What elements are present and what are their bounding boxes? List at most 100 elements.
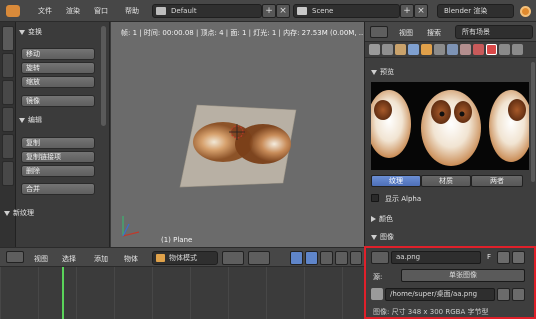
texture-preview	[371, 82, 529, 170]
preview-both-toggle[interactable]: 两者	[471, 175, 523, 187]
menu-select[interactable]: 选择	[62, 254, 76, 264]
scene-selector[interactable]: Scene	[293, 4, 400, 18]
render-tab-icon[interactable]	[369, 44, 380, 55]
active-object-label: (1) Plane	[161, 236, 193, 244]
layout-selector[interactable]: Default	[152, 4, 262, 18]
duplicate-button[interactable]: 复制	[21, 137, 95, 149]
timeline-area[interactable]	[0, 267, 364, 319]
particles-tab-icon[interactable]	[499, 44, 510, 55]
expand-icon	[19, 29, 25, 35]
scale-button[interactable]: 缩放	[21, 76, 95, 88]
menu-file[interactable]: 文件	[38, 6, 52, 16]
expand-icon	[4, 210, 10, 216]
menu-help[interactable]: 帮助	[125, 6, 139, 16]
translate-manipulator-icon[interactable]	[305, 251, 318, 265]
remove-layout-button[interactable]: ×	[276, 4, 290, 18]
menu-render[interactable]: 渲染	[66, 6, 80, 16]
guinea-pig-3-ear	[508, 99, 526, 121]
duplicate-linked-button[interactable]: 复制链接项	[21, 151, 95, 163]
transform-title: 变换	[28, 28, 42, 36]
image-panel-header[interactable]: 图像	[371, 232, 394, 244]
preview-material-toggle[interactable]: 材质	[421, 175, 471, 187]
mirror-button[interactable]: 镜像	[21, 95, 95, 107]
shading-icon[interactable]	[222, 251, 244, 265]
tool-shelf-scrollbar[interactable]	[101, 26, 106, 126]
highlight-box	[364, 246, 536, 319]
colors-panel-header[interactable]: 颜色	[371, 214, 393, 226]
mode-name: 物体模式	[169, 254, 197, 262]
join-button[interactable]: 合并	[21, 183, 95, 195]
layers-tab-icon[interactable]	[382, 44, 393, 55]
pivot-icon[interactable]	[248, 251, 270, 265]
data-tab-icon[interactable]	[460, 44, 471, 55]
add-layout-button[interactable]: +	[262, 4, 276, 18]
guinea-pig-1-ear	[374, 100, 392, 120]
new-texture-header[interactable]: 新纹理	[4, 208, 34, 220]
viewport-scene	[122, 104, 297, 237]
menu-window[interactable]: 窗口	[94, 6, 108, 16]
scale-manipulator-icon[interactable]	[335, 251, 348, 265]
tab-animation[interactable]	[2, 107, 14, 132]
axis-x-icon	[122, 231, 140, 237]
layout-icon	[156, 7, 166, 15]
colors-title: 颜色	[379, 215, 393, 223]
menu-object[interactable]: 物体	[124, 254, 138, 264]
layers-icon[interactable]	[350, 251, 362, 265]
translate-button[interactable]: 移动	[21, 48, 95, 60]
menu-add[interactable]: 添加	[94, 254, 108, 264]
manipulator-toggle-icon[interactable]	[290, 251, 303, 265]
scene-icon	[297, 7, 307, 15]
editor-type-icon[interactable]	[370, 26, 388, 38]
preview-panel-header[interactable]: 预览	[371, 67, 394, 79]
menu-view[interactable]: 视图	[34, 254, 48, 264]
scene-tab-icon[interactable]	[395, 44, 406, 55]
edit-panel-header[interactable]: 编辑	[19, 115, 42, 127]
blender-icon	[520, 6, 531, 17]
world-tab-icon[interactable]	[408, 44, 419, 55]
physics-tab-icon[interactable]	[512, 44, 523, 55]
3d-viewport[interactable]: 帧: 1 | 时间: 00:00.08 | 顶点: 4 | 面: 1 | 灯光:…	[111, 22, 365, 247]
add-scene-button[interactable]: +	[400, 4, 414, 18]
tab-create[interactable]	[2, 53, 14, 78]
material-tab-icon[interactable]	[473, 44, 484, 55]
tab-relations[interactable]	[2, 80, 14, 105]
collapse-icon	[371, 216, 376, 222]
expand-icon	[371, 234, 377, 240]
preview-title: 预览	[380, 68, 394, 76]
timeline-grid	[0, 267, 364, 319]
object-tab-icon[interactable]	[421, 44, 432, 55]
modifiers-tab-icon[interactable]	[447, 44, 458, 55]
scene-name: Scene	[312, 7, 334, 15]
remove-scene-button[interactable]: ×	[414, 4, 428, 18]
properties-tabs	[365, 42, 536, 58]
expand-icon	[371, 69, 377, 75]
transform-panel-header[interactable]: 变换	[19, 27, 42, 39]
properties-scrollbar[interactable]	[531, 62, 535, 182]
rotate-button[interactable]: 旋转	[21, 62, 95, 74]
guinea-pig-2-eye	[439, 111, 445, 117]
render-engine-select[interactable]: Blender 渲染	[437, 4, 514, 18]
editor-type-icon[interactable]	[6, 251, 24, 263]
tab-tools[interactable]	[2, 26, 14, 51]
menu-search[interactable]: 搜索	[427, 28, 441, 38]
mode-select[interactable]: 物体模式	[152, 251, 218, 265]
constraints-tab-icon[interactable]	[434, 44, 445, 55]
scene-filter-select[interactable]: 所有场景	[455, 25, 533, 39]
new-texture-title: 新纹理	[13, 209, 34, 217]
image-title: 图像	[380, 233, 394, 241]
menu-view[interactable]: 视图	[399, 28, 413, 38]
preview-texture-toggle[interactable]: 纹理	[371, 175, 421, 187]
texture-tab-icon[interactable]	[486, 44, 497, 55]
delete-button[interactable]: 删除	[21, 165, 95, 177]
blender-logo-icon[interactable]	[6, 5, 20, 17]
show-alpha-checkbox[interactable]	[371, 194, 379, 202]
tool-shelf-tabs	[0, 22, 16, 257]
tab-grease-pencil[interactable]	[2, 161, 14, 186]
tab-physics[interactable]	[2, 134, 14, 159]
top-menubar: 文件 渲染 窗口 帮助 Default + × Scene + × Blende…	[0, 0, 536, 22]
viewport-header: 视图 选择 添加 物体 物体模式	[0, 247, 364, 267]
show-alpha-label: 显示 Alpha	[385, 195, 422, 203]
layout-name: Default	[171, 7, 197, 15]
rotate-manipulator-icon[interactable]	[320, 251, 333, 265]
expand-icon	[19, 117, 25, 123]
